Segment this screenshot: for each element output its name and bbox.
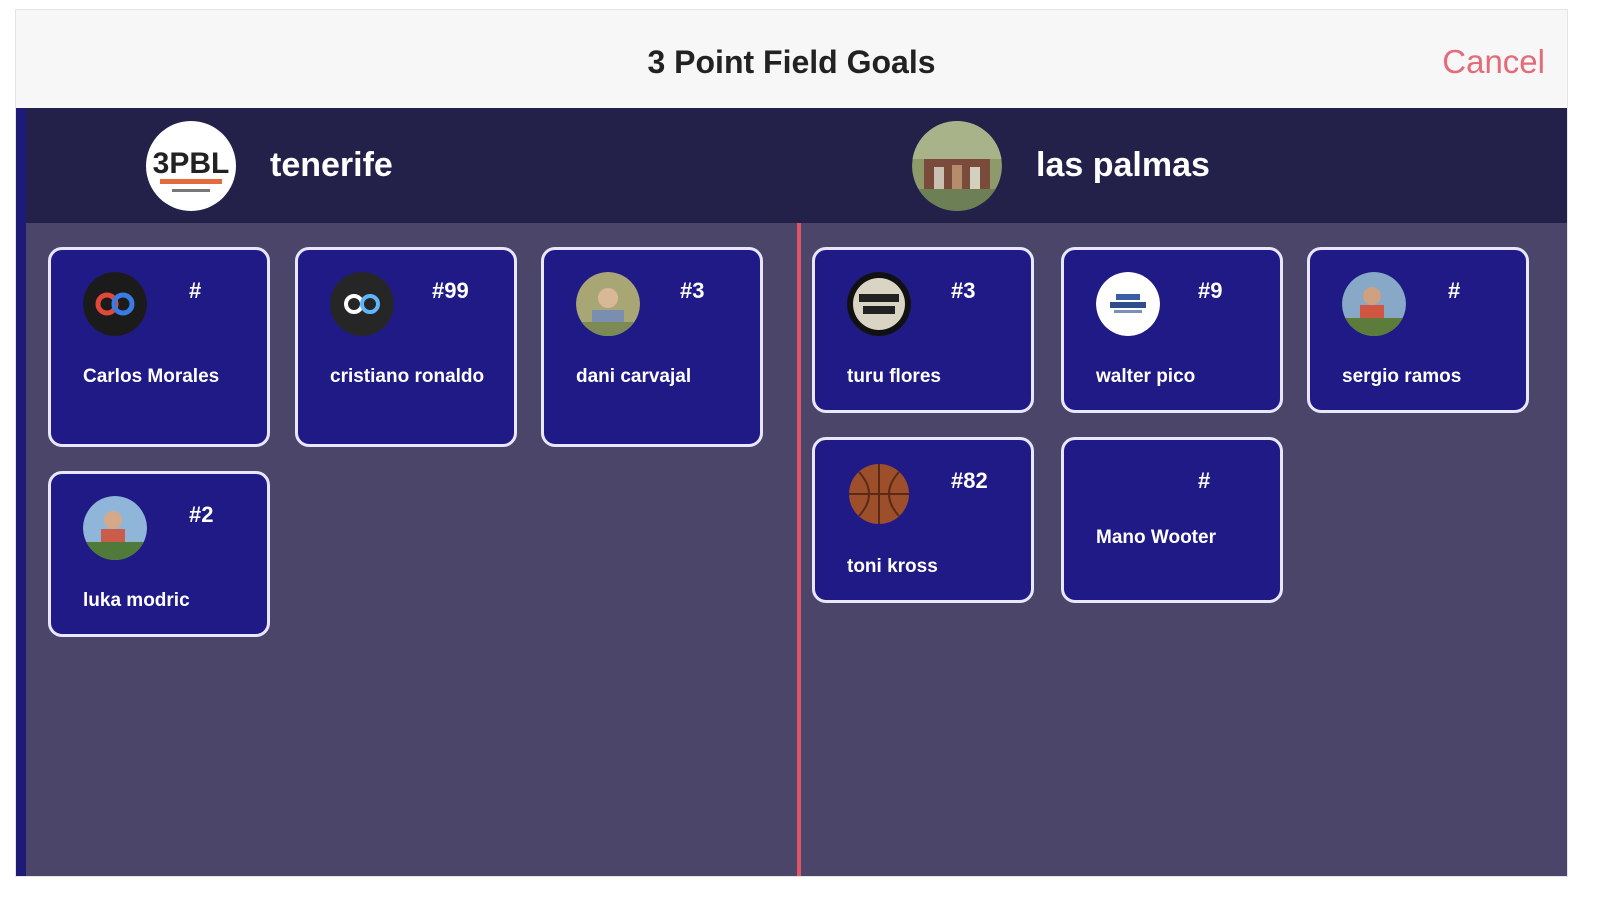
title-bar: 3 Point Field Goals Cancel	[16, 10, 1567, 109]
page-title: 3 Point Field Goals	[647, 44, 936, 80]
modal-window: 3 Point Field Goals Cancel 3PBL tenerife	[16, 10, 1567, 876]
infinity-logo-icon	[330, 272, 394, 336]
avatar	[576, 272, 640, 336]
avatar	[83, 272, 147, 336]
player-card-dani-carvajal[interactable]: #3 dani carvajal	[541, 247, 763, 447]
team-name: las palmas	[1036, 146, 1210, 184]
player-name: luka modric	[83, 590, 190, 611]
player-photo-icon	[83, 496, 147, 560]
player-photo-icon	[1342, 272, 1406, 336]
team-name: tenerife	[270, 146, 393, 184]
3pbl-logo-icon: 3PBL	[147, 121, 235, 210]
player-name: Mano Wooter	[1096, 527, 1216, 548]
player-card-mano-wooter[interactable]: # Mano Wooter	[1061, 437, 1283, 603]
player-name: toni kross	[847, 556, 938, 577]
player-card-walter-pico[interactable]: #9 walter pico	[1061, 247, 1283, 413]
player-name: cristiano ronaldo	[330, 366, 485, 387]
player-number: #2	[189, 502, 214, 527]
player-number: #	[189, 278, 202, 303]
player-card-turu-flores[interactable]: #3 turu flores	[812, 247, 1034, 413]
player-number: #	[1448, 278, 1461, 303]
player-number: #9	[1198, 278, 1223, 303]
avatar	[1096, 272, 1160, 336]
player-number: #	[1198, 468, 1211, 493]
player-name: Carlos Morales	[83, 366, 220, 387]
player-number: #3	[680, 278, 705, 303]
basketball-icon	[849, 464, 909, 524]
player-card-toni-kross[interactable]: #82 toni kross	[812, 437, 1034, 603]
teams-panel: 3PBL tenerife las palmas # Carlos Morale…	[16, 108, 1567, 876]
player-name: dani carvajal	[576, 366, 692, 387]
team-photo-icon	[912, 120, 1002, 211]
team-logo-las-palmas	[912, 120, 1002, 211]
white-logo-icon	[1096, 272, 1160, 336]
avatar	[1342, 272, 1406, 336]
avatar	[330, 272, 394, 336]
player-card-cristiano-ronaldo[interactable]: #99 cristiano ronaldo	[295, 247, 517, 447]
player-card-luka-modric[interactable]: #2 luka modric	[48, 471, 270, 637]
player-photo-icon	[576, 272, 640, 336]
player-name: walter pico	[1096, 366, 1196, 387]
player-card-sergio-ramos[interactable]: # sergio ramos	[1307, 247, 1529, 413]
team-logo-3pbl: 3PBL	[146, 120, 236, 211]
infinity-logo-icon	[83, 272, 147, 336]
player-number: #3	[951, 278, 976, 303]
player-name: turu flores	[847, 366, 941, 387]
player-number: #82	[951, 468, 988, 493]
logo-text: 3PBL	[153, 147, 230, 180]
avatar	[847, 272, 911, 336]
team-header-bar: 3PBL tenerife las palmas	[26, 108, 1567, 223]
avatar	[83, 496, 147, 560]
player-number: #99	[432, 278, 469, 303]
badge-logo-icon	[847, 272, 911, 336]
team-tenerife: 3PBL tenerife	[146, 108, 393, 223]
player-card-carlos-morales[interactable]: # Carlos Morales	[48, 247, 270, 447]
avatar	[847, 462, 911, 526]
player-name: sergio ramos	[1342, 366, 1462, 387]
team-divider	[797, 223, 801, 876]
team-las-palmas: las palmas	[912, 108, 1210, 223]
cancel-button[interactable]: Cancel	[1442, 10, 1545, 108]
